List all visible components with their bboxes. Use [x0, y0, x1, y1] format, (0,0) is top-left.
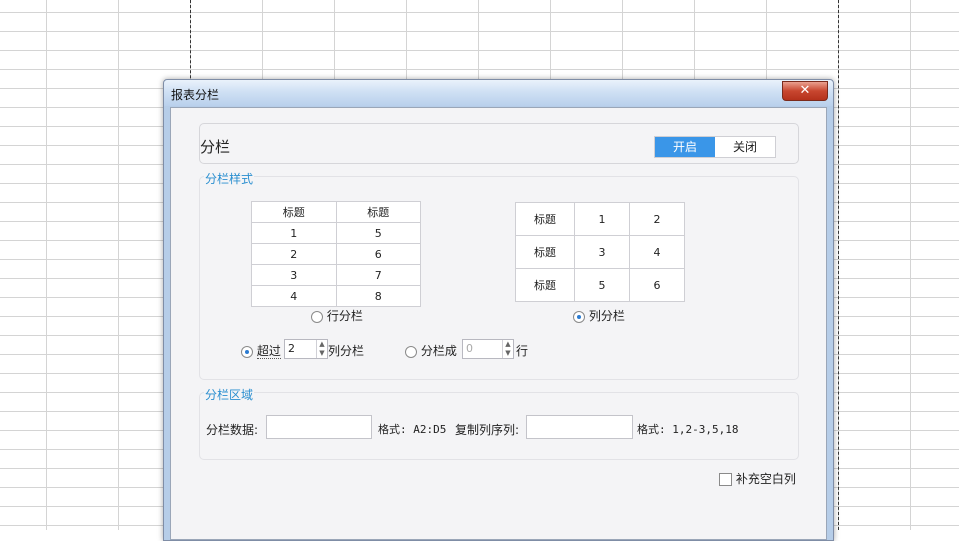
dialog-title: 报表分栏: [171, 88, 220, 102]
exceed-count-stepper[interactable]: 2 ▲ ▼: [284, 339, 328, 359]
table-row: 3 7: [251, 264, 421, 286]
close-button[interactable]: ✕: [782, 81, 828, 101]
table-cell: 4: [629, 235, 685, 269]
split-into-value: 0: [466, 342, 473, 355]
row-split-option[interactable]: 行分栏: [311, 307, 363, 324]
col-split-label: 列分栏: [588, 309, 625, 323]
table-row: 标题 1 2: [515, 202, 685, 236]
split-data-label: 分栏数据:: [206, 423, 259, 437]
table-cell: 7: [335, 264, 421, 286]
split-into-option[interactable]: 分栏成: [405, 342, 457, 359]
table-cell: 6: [629, 268, 685, 302]
copy-columns-label: 复制列序列:: [455, 423, 520, 437]
copy-columns-input[interactable]: [526, 415, 633, 439]
table-cell: 3: [251, 264, 337, 286]
fill-blank-option[interactable]: 补充空白列: [719, 470, 796, 487]
table-cell: 标题: [515, 202, 575, 236]
table-cell: 1: [251, 222, 337, 244]
report-split-dialog: 报表分栏 ✕ 分栏 开启 关闭 分栏样式 标题 标题 1 5 2 6 3 7 4…: [163, 79, 834, 541]
table-row: 2 6: [251, 243, 421, 265]
dialog-titlebar[interactable]: 报表分栏 ✕: [164, 80, 833, 106]
toggle-off-button[interactable]: 关闭: [715, 137, 775, 157]
table-row: 标题 5 6: [515, 268, 685, 302]
table-row: 1 5: [251, 222, 421, 244]
exceed-label: 超过: [256, 344, 281, 359]
fill-blank-checkbox[interactable]: [719, 473, 732, 486]
table-row: 标题 标题: [251, 201, 421, 223]
col-split-sample-table: 标题 1 2 标题 3 4 标题 5 6: [515, 202, 685, 302]
col-split-radio[interactable]: [573, 310, 585, 323]
row-split-label: 行分栏: [326, 309, 363, 323]
table-cell: 8: [335, 285, 421, 307]
dialog-body: 分栏 开启 关闭 分栏样式 标题 标题 1 5 2 6 3 7 4 8 标题 1…: [170, 107, 827, 540]
split-toggle[interactable]: 开启 关闭: [654, 136, 776, 158]
table-cell: 4: [251, 285, 337, 307]
table-cell: 2: [629, 202, 685, 236]
copy-columns-format-hint: 格式: 1,2-3,5,18: [637, 423, 739, 436]
fill-blank-label: 补充空白列: [735, 472, 796, 486]
exceed-count-value: 2: [288, 342, 295, 355]
split-region-label: 分栏区域: [204, 386, 255, 403]
table-cell: 5: [574, 268, 630, 302]
split-toggle-panel: 分栏 开启 关闭: [199, 123, 799, 164]
close-icon: ✕: [799, 83, 811, 98]
col-split-option[interactable]: 列分栏: [573, 307, 625, 324]
page-break-line: [838, 0, 839, 530]
table-row: 4 8: [251, 285, 421, 307]
stepper-arrows-icon[interactable]: ▲ ▼: [502, 340, 513, 358]
exceed-suffix: 列分栏: [328, 344, 365, 358]
table-cell: 标题: [515, 268, 575, 302]
table-cell: 标题: [251, 201, 337, 223]
split-into-stepper[interactable]: 0 ▲ ▼: [462, 339, 514, 359]
exceed-radio[interactable]: [241, 345, 253, 358]
toggle-on-button[interactable]: 开启: [655, 137, 715, 157]
split-data-format-hint: 格式: A2:D5: [378, 423, 447, 436]
table-cell: 1: [574, 202, 630, 236]
split-data-input[interactable]: [266, 415, 372, 439]
table-cell: 标题: [515, 235, 575, 269]
split-into-label: 分栏成: [420, 344, 457, 358]
table-cell: 6: [335, 243, 421, 265]
table-cell: 标题: [335, 201, 421, 223]
table-row: 标题 3 4: [515, 235, 685, 269]
table-cell: 2: [251, 243, 337, 265]
table-cell: 5: [335, 222, 421, 244]
row-split-radio[interactable]: [311, 310, 323, 323]
split-label: 分栏: [200, 138, 231, 156]
exceed-option[interactable]: 超过: [241, 342, 281, 359]
split-style-label: 分栏样式: [204, 170, 255, 187]
stepper-arrows-icon[interactable]: ▲ ▼: [316, 340, 327, 358]
row-split-sample-table: 标题 标题 1 5 2 6 3 7 4 8: [251, 201, 421, 307]
split-into-suffix: 行: [516, 344, 529, 358]
table-cell: 3: [574, 235, 630, 269]
split-into-radio[interactable]: [405, 345, 417, 358]
